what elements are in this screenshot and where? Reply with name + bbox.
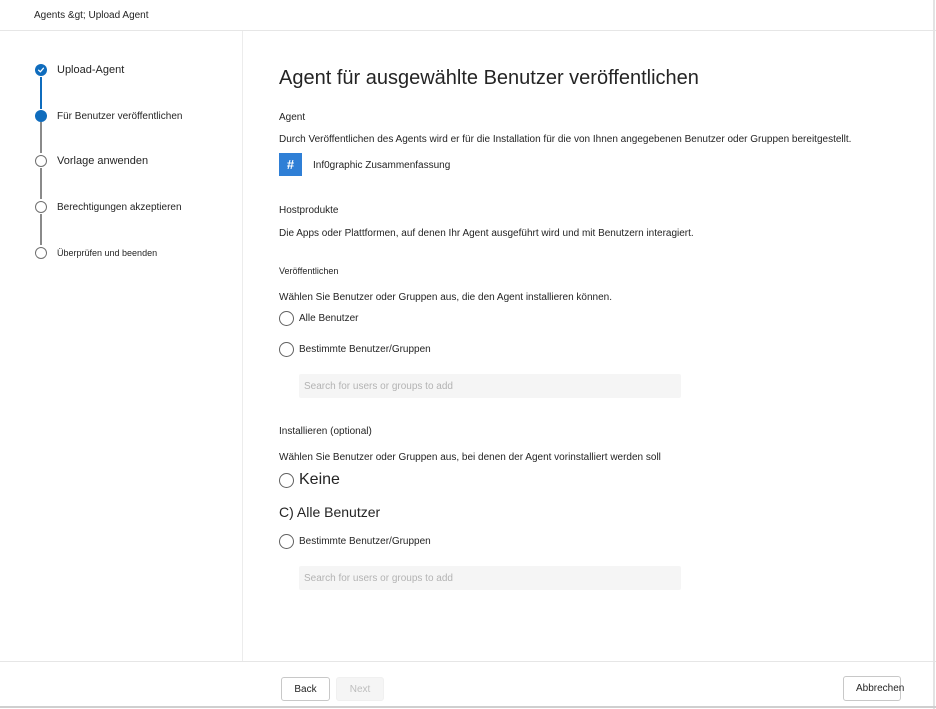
wizard-steps-sidebar: Upload-Agent Für Benutzer veröffentliche… bbox=[0, 31, 243, 661]
install-all-users-option[interactable]: C) Alle Benutzer bbox=[279, 504, 380, 520]
window-edge bbox=[933, 0, 935, 709]
step-label: Überprüfen und beenden bbox=[57, 248, 158, 258]
step-connector bbox=[40, 168, 42, 199]
agent-name: Inf0graphic Zusammenfassung bbox=[313, 160, 451, 171]
breadcrumb: Agents &gt; Upload Agent bbox=[34, 10, 149, 21]
pending-step-icon bbox=[35, 155, 47, 167]
publish-heading: Veröffentlichen bbox=[279, 266, 339, 276]
publish-description: Wählen Sie Benutzer oder Gruppen aus, di… bbox=[279, 292, 612, 303]
step-connector bbox=[40, 122, 42, 153]
step-label: Vorlage anwenden bbox=[57, 155, 149, 167]
cancel-button[interactable]: Abbrechen bbox=[843, 676, 904, 701]
step-connector bbox=[40, 214, 42, 245]
step-label: Berechtigungen akzeptieren bbox=[57, 201, 182, 213]
step-upload-agent[interactable]: Upload-Agent bbox=[35, 64, 124, 76]
publish-all-users-option[interactable]: Alle Benutzer bbox=[279, 311, 358, 326]
step-publish-to-users[interactable]: Für Benutzer veröffentlichen bbox=[35, 110, 182, 122]
back-button[interactable]: Back bbox=[281, 677, 330, 701]
top-bar: Agents &gt; Upload Agent bbox=[0, 0, 936, 31]
step-label: Upload-Agent bbox=[57, 64, 125, 76]
radio-button[interactable] bbox=[279, 534, 294, 549]
window-bottom-edge bbox=[0, 706, 936, 708]
install-heading: Installieren (optional) bbox=[279, 426, 372, 437]
install-description: Wählen Sie Benutzer oder Gruppen aus, be… bbox=[279, 452, 661, 463]
step-accept-permissions[interactable]: Berechtigungen akzeptieren bbox=[35, 201, 182, 213]
install-search-input[interactable] bbox=[299, 566, 681, 590]
footer-bar: Back Next Abbrechen bbox=[0, 661, 936, 709]
option-label: Bestimmte Benutzer/Gruppen bbox=[299, 536, 431, 547]
radio-button[interactable] bbox=[279, 472, 294, 488]
step-connector bbox=[40, 77, 42, 109]
radio-button[interactable] bbox=[279, 342, 294, 357]
publish-search-input[interactable] bbox=[299, 374, 681, 398]
step-apply-template[interactable]: Vorlage anwenden bbox=[35, 155, 148, 167]
pending-step-icon bbox=[35, 247, 47, 259]
page-title: Agent für ausgewählte Benutzer veröffent… bbox=[279, 67, 699, 89]
step-review-finish[interactable]: Überprüfen und beenden bbox=[35, 247, 157, 259]
install-none-option[interactable]: Keine bbox=[279, 471, 340, 489]
install-specific-users-option[interactable]: Bestimmte Benutzer/Gruppen bbox=[279, 534, 431, 549]
current-step-icon bbox=[35, 110, 47, 122]
checkmark-icon bbox=[35, 64, 47, 76]
pending-step-icon bbox=[35, 201, 47, 213]
host-products-description: Die Apps oder Plattformen, auf denen Ihr… bbox=[279, 228, 694, 239]
agent-description: Durch Veröffentlichen des Agents wird er… bbox=[279, 134, 852, 145]
publish-specific-users-option[interactable]: Bestimmte Benutzer/Gruppen bbox=[279, 342, 431, 357]
next-button[interactable]: Next bbox=[336, 677, 384, 701]
option-label: Alle Benutzer bbox=[299, 313, 359, 324]
option-label: Bestimmte Benutzer/Gruppen bbox=[299, 344, 431, 355]
step-label: Für Benutzer veröffentlichen bbox=[57, 110, 183, 122]
host-products-heading: Hostprodukte bbox=[279, 205, 339, 216]
agent-heading: Agent bbox=[279, 112, 306, 123]
agent-hash-icon: # bbox=[279, 153, 302, 176]
option-label: Keine bbox=[299, 471, 340, 488]
radio-button[interactable] bbox=[279, 311, 294, 326]
